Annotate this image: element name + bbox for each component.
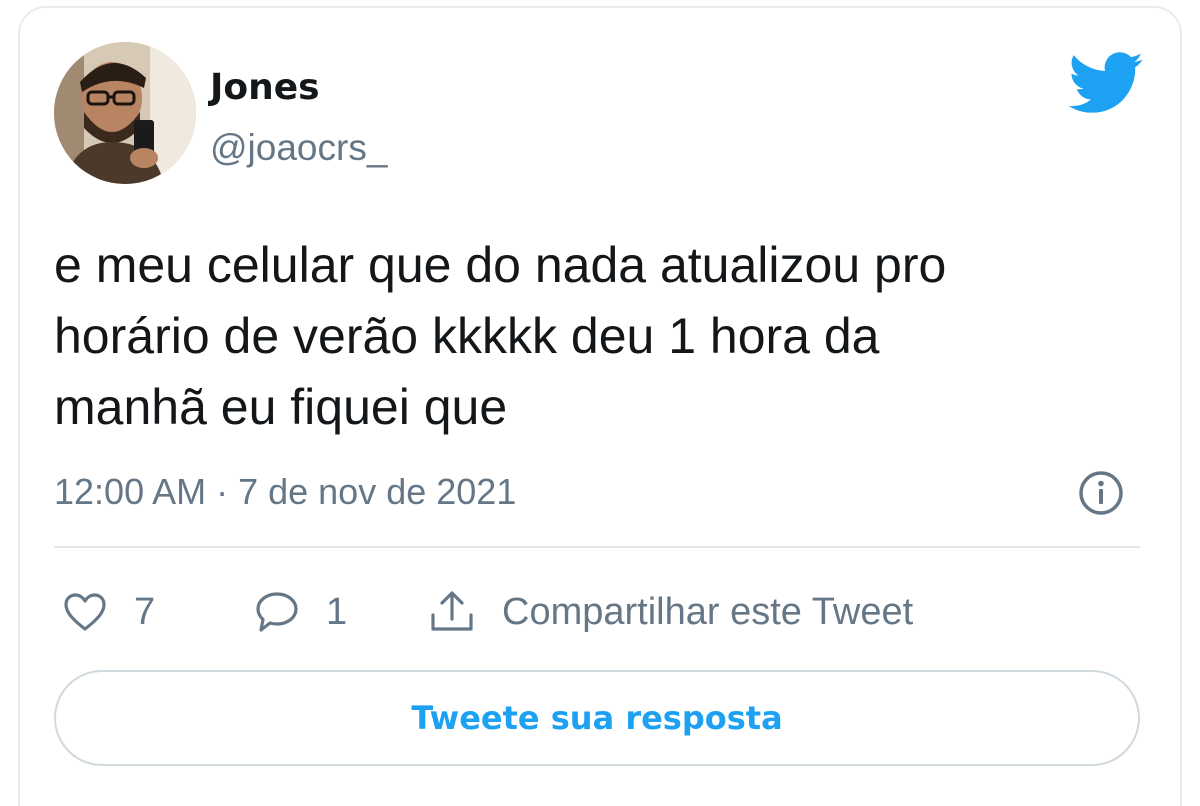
tweet-timestamp[interactable]: 12:00 AM · 7 de nov de 2021 <box>54 468 516 516</box>
share-label: Compartilhar este Tweet <box>502 590 914 633</box>
reply-button[interactable]: 1 <box>254 584 347 640</box>
tweet-text: e meu celular que do nada atualizou pro … <box>54 237 947 435</box>
info-icon[interactable] <box>1076 468 1126 518</box>
speech-bubble-icon <box>256 592 298 632</box>
heart-icon <box>64 593 106 631</box>
twitter-bird-icon[interactable] <box>1068 52 1144 114</box>
reply-prompt-label: Tweete sua resposta <box>411 699 783 737</box>
share-button[interactable]: Compartilhar este Tweet <box>428 584 913 640</box>
avatar[interactable] <box>54 42 196 184</box>
divider <box>54 546 1140 548</box>
like-count: 7 <box>134 590 156 633</box>
author-handle[interactable]: @joaocrs_ <box>210 124 387 172</box>
share-upload-icon <box>431 591 473 631</box>
reply-prompt-button[interactable]: Tweete sua resposta <box>54 670 1140 766</box>
like-button[interactable]: 7 <box>62 584 155 640</box>
reply-count: 1 <box>326 590 348 633</box>
author-display-name[interactable]: Jones <box>210 64 320 112</box>
